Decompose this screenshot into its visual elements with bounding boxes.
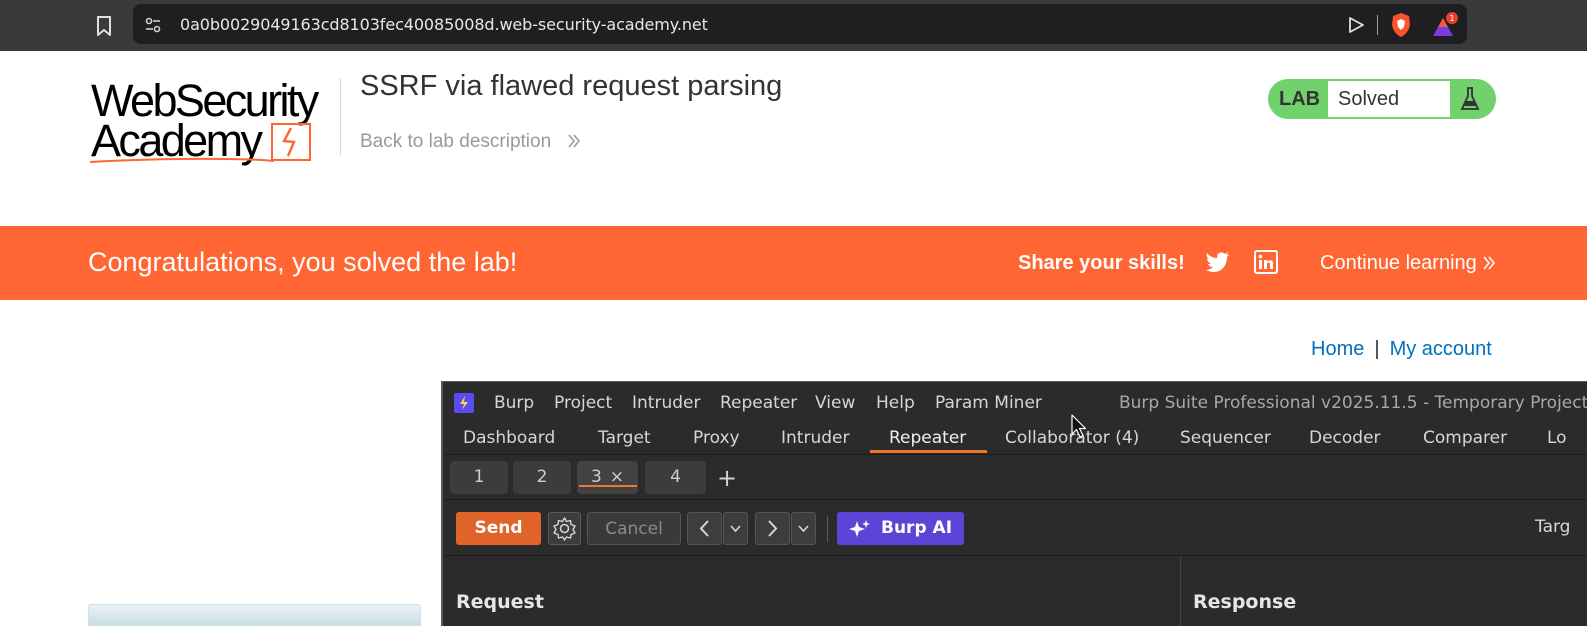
header-divider [340, 78, 341, 155]
tab-proxy[interactable]: Proxy [693, 428, 740, 448]
double-chevron-right-icon [1483, 256, 1496, 270]
svg-text:1: 1 [1449, 14, 1454, 23]
active-repeater-tab-indicator [579, 485, 637, 487]
bookmark-icon[interactable] [93, 14, 115, 38]
repeater-tab-2[interactable]: 2 [513, 461, 571, 494]
add-tab-icon[interactable]: + [717, 464, 737, 492]
gear-icon [553, 517, 576, 541]
repeater-tab-4[interactable]: 4 [645, 461, 706, 494]
active-tab-indicator [870, 450, 987, 453]
tab-logger[interactable]: Lo [1547, 428, 1567, 448]
menu-help[interactable]: Help [876, 393, 915, 413]
send-button[interactable]: Send [456, 512, 541, 545]
web-security-academy-logo[interactable]: WebSecurity Academy [88, 76, 338, 168]
repeater-tab-label: 2 [536, 467, 548, 487]
my-account-link[interactable]: My account [1390, 338, 1492, 360]
url-text[interactable]: 0a0b0029049163cd8103fec40085008d.web-sec… [180, 15, 708, 34]
repeater-tab-3[interactable]: 3 × [577, 461, 638, 494]
share-icon[interactable] [1347, 15, 1365, 35]
lab-status-box: Solved [1328, 81, 1450, 117]
repeater-tab-label: 3 [590, 467, 602, 487]
browser-toolbar: 0a0b0029049163cd8103fec40085008d.web-sec… [0, 0, 1587, 51]
top-nav: Home | My account [1311, 338, 1492, 361]
burp-main-tabs: Dashboard Target Proxy Intruder Repeater… [443, 424, 1587, 454]
tab-target[interactable]: Target [598, 428, 651, 448]
mouse-cursor-icon [1071, 414, 1087, 438]
repeater-toolbar: Send Cancel Burp AI Targ [443, 500, 1587, 556]
lab-status-badge: LAB Solved [1268, 79, 1496, 119]
settings-button[interactable] [548, 512, 581, 545]
forward-button[interactable] [755, 512, 790, 545]
tab-sequencer[interactable]: Sequencer [1180, 428, 1271, 448]
congratulations-message: Congratulations, you solved the lab! [88, 247, 518, 277]
menu-view[interactable]: View [815, 393, 855, 413]
repeater-tabs: 1 2 3 × 4 [443, 455, 1587, 499]
rewards-icon[interactable]: 1 [1431, 12, 1459, 40]
repeater-tab-1[interactable]: 1 [450, 461, 508, 494]
back-to-lab-description-link[interactable]: Back to lab description [360, 131, 580, 153]
chevron-down-icon [798, 525, 809, 533]
continue-learning-link[interactable]: Continue learning [1320, 252, 1477, 275]
home-link[interactable]: Home [1311, 338, 1364, 360]
site-settings-icon[interactable] [144, 15, 162, 35]
toolbar-bottom-divider [443, 555, 1587, 556]
brave-shields-icon[interactable] [1390, 12, 1412, 38]
tab-decoder[interactable]: Decoder [1309, 428, 1381, 448]
menu-project[interactable]: Project [554, 393, 612, 413]
request-pane-title: Request [456, 591, 544, 613]
tab-intruder[interactable]: Intruder [781, 428, 849, 448]
forward-history-dropdown[interactable] [791, 512, 816, 545]
burp-menubar: Burp Project Intruder Repeater View Help… [443, 382, 1587, 424]
chevron-left-icon [699, 520, 709, 537]
lab-badge-label: LAB [1279, 88, 1321, 110]
response-pane-title: Response [1193, 591, 1297, 613]
close-tab-icon[interactable]: × [610, 467, 624, 487]
twitter-icon[interactable] [1205, 250, 1231, 274]
nav-separator: | [1374, 338, 1380, 360]
menu-intruder[interactable]: Intruder [632, 393, 700, 413]
request-response-divider[interactable] [1180, 556, 1181, 626]
cancel-button[interactable]: Cancel [587, 512, 681, 545]
burp-ai-label: Burp AI [881, 518, 953, 538]
linkedin-icon[interactable] [1254, 250, 1278, 274]
back-history-dropdown[interactable] [723, 512, 748, 545]
menu-repeater[interactable]: Repeater [720, 393, 797, 413]
tab-dashboard[interactable]: Dashboard [463, 428, 555, 448]
back-link-label[interactable]: Back to lab description [360, 131, 551, 152]
flask-icon [1460, 87, 1480, 110]
sparkle-icon [849, 520, 870, 537]
tab-comparer[interactable]: Comparer [1423, 428, 1507, 448]
menu-burp[interactable]: Burp [494, 393, 534, 413]
window-title: Burp Suite Professional v2025.11.5 - Tem… [1119, 393, 1587, 413]
solved-banner: Congratulations, you solved the lab! Sha… [0, 226, 1587, 300]
tab-repeater[interactable]: Repeater [889, 428, 966, 448]
logo-flash-icon [89, 123, 311, 163]
share-skills-label: Share your skills! [1018, 252, 1185, 274]
double-chevron-right-icon [568, 134, 580, 148]
burp-suite-window: Burp Project Intruder Repeater View Help… [441, 381, 1587, 626]
lab-title: SSRF via flawed request parsing [360, 70, 783, 102]
burp-logo-icon [454, 393, 474, 413]
target-label[interactable]: Targ [1535, 517, 1570, 537]
burp-ai-button[interactable]: Burp AI [837, 512, 964, 545]
menu-param-miner[interactable]: Param Miner [935, 393, 1042, 413]
toolbar-divider [1377, 15, 1378, 35]
chevron-right-icon [768, 520, 778, 537]
repeater-tab-label: 4 [670, 467, 681, 487]
toolbar-divider [827, 516, 828, 542]
product-image[interactable] [88, 604, 421, 626]
lab-status-text: Solved [1338, 88, 1400, 110]
repeater-tab-label: 1 [473, 467, 485, 487]
back-button[interactable] [687, 512, 722, 545]
chevron-down-icon [730, 525, 741, 533]
